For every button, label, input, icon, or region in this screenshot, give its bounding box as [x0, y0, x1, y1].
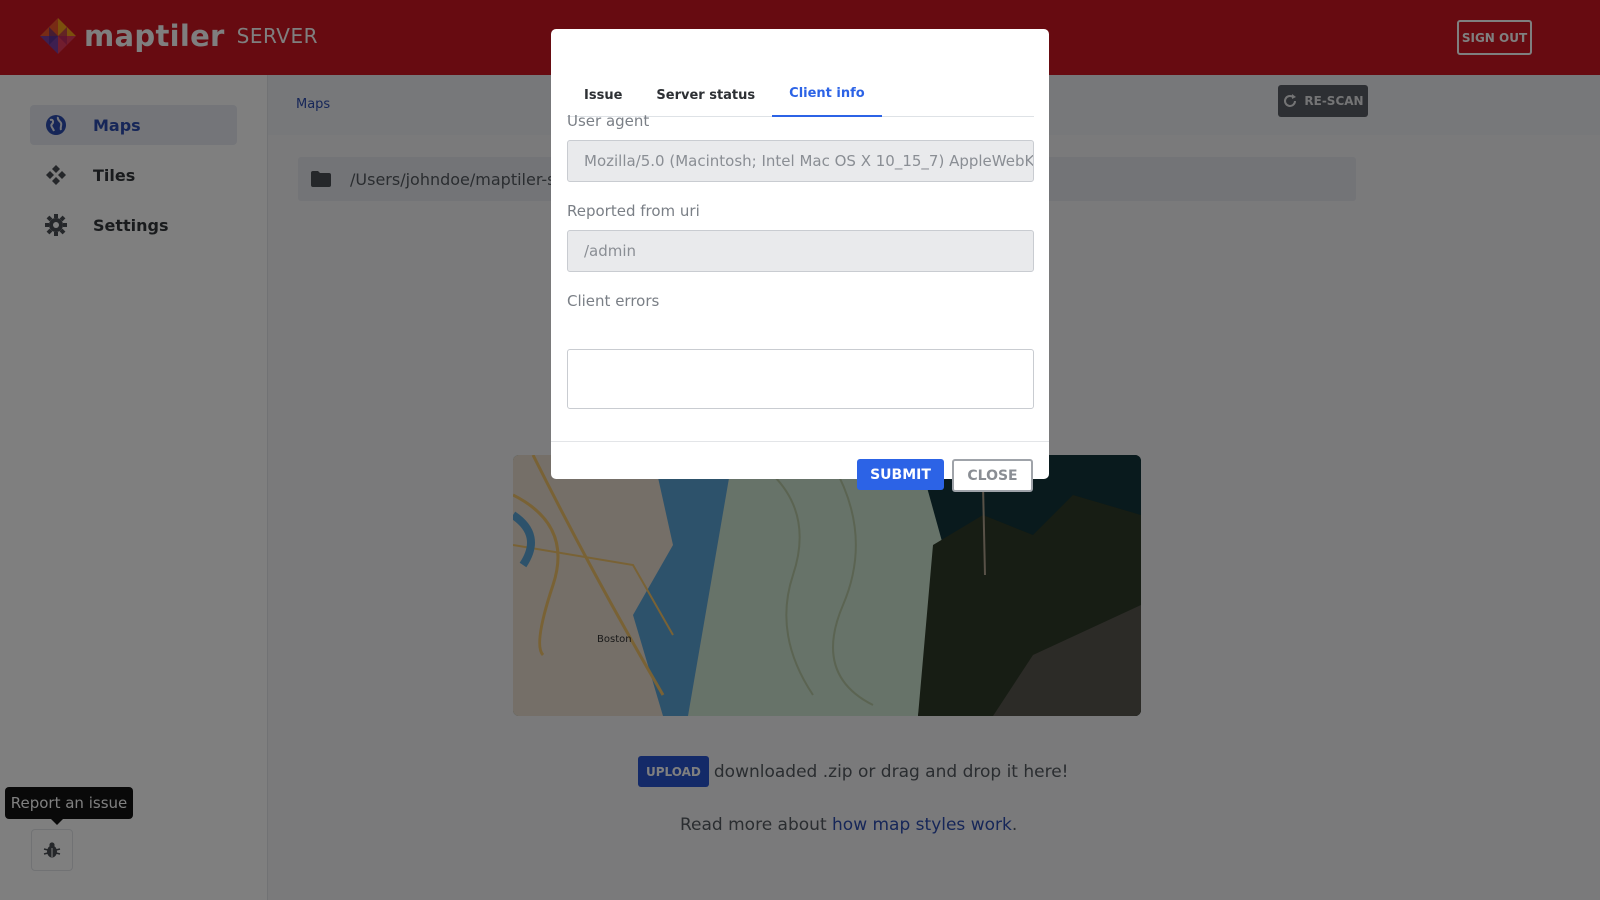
uri-label: Reported from uri: [567, 202, 700, 220]
dialog-footer-divider: [551, 441, 1049, 442]
user-agent-field[interactable]: Mozilla/5.0 (Macintosh; Intel Mac OS X 1…: [567, 140, 1034, 182]
tab-client-info[interactable]: Client info: [772, 57, 882, 117]
submit-button[interactable]: SUBMIT: [857, 459, 944, 490]
tab-issue[interactable]: Issue: [567, 57, 639, 117]
user-agent-label: User agent: [567, 112, 650, 130]
uri-field[interactable]: /admin: [567, 230, 1034, 272]
report-issue-dialog: Issue Server status Client info User age…: [551, 29, 1049, 492]
client-errors-textarea[interactable]: [567, 349, 1034, 409]
close-button[interactable]: CLOSE: [952, 459, 1033, 492]
client-errors-label: Client errors: [567, 292, 660, 310]
dialog-tabs: Issue Server status Client info: [567, 57, 1034, 117]
tab-server-status[interactable]: Server status: [639, 57, 772, 117]
